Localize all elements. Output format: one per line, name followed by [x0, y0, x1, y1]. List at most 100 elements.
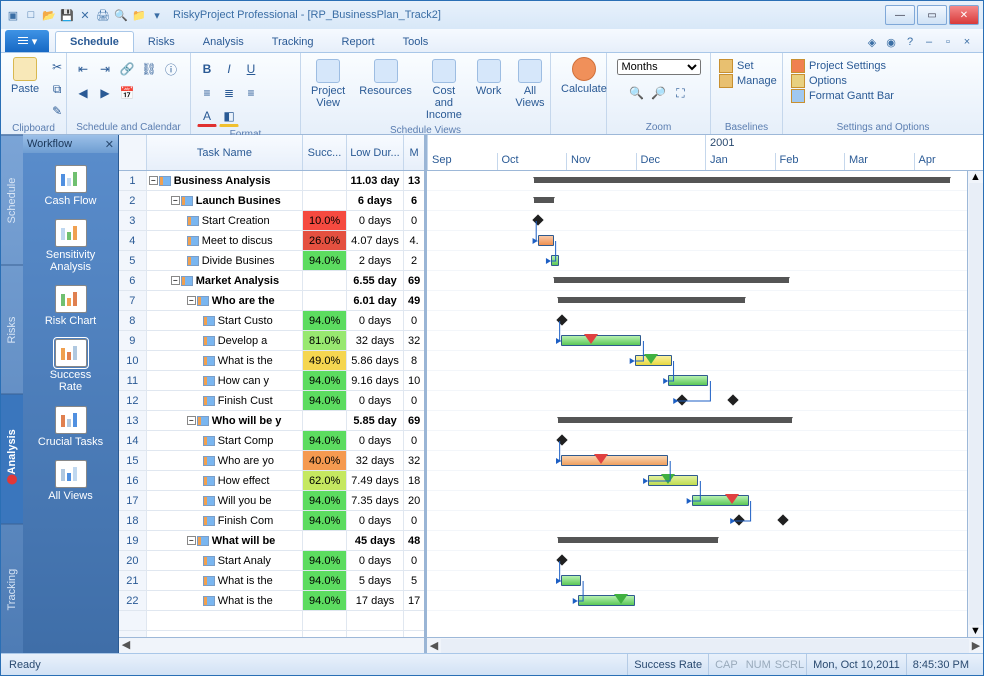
side-tab-schedule[interactable]: Schedule — [1, 135, 23, 265]
m-cell[interactable]: 5 — [404, 571, 424, 590]
table-row[interactable]: 16How effect62.0%7.49 days18 — [119, 471, 424, 491]
m-cell[interactable]: 2 — [404, 251, 424, 270]
table-row[interactable]: 8Start Custo94.0%0 days0 — [119, 311, 424, 331]
task-bar[interactable] — [551, 255, 559, 266]
table-row[interactable]: 12Finish Cust94.0%0 days0 — [119, 391, 424, 411]
zoom-in-icon[interactable]: 🔍 — [627, 83, 647, 103]
italic-button[interactable]: I — [219, 59, 239, 79]
duration-cell[interactable]: 7.49 days — [347, 471, 404, 490]
success-cell[interactable]: 94.0% — [303, 591, 346, 610]
task-name-cell[interactable]: Develop a — [147, 331, 304, 350]
success-cell[interactable] — [303, 271, 347, 290]
table-row[interactable]: 13−Who will be y5.85 day69 — [119, 411, 424, 431]
search-icon[interactable]: 🔍 — [113, 7, 129, 23]
duration-cell[interactable]: 0 days — [347, 391, 404, 410]
indent-icon[interactable]: ⇥ — [95, 59, 115, 79]
save-icon[interactable]: 💾 — [59, 7, 75, 23]
m-cell[interactable]: 0 — [404, 211, 424, 230]
row-number[interactable]: 13 — [119, 411, 147, 430]
workflow-item-success-rate[interactable]: Success Rate — [23, 333, 118, 399]
style-ribbon-icon[interactable]: ◉ — [883, 36, 899, 52]
duration-cell[interactable]: 32 days — [347, 451, 404, 470]
col-task-name[interactable]: Task Name — [147, 135, 303, 170]
task-name-cell[interactable]: How effect — [147, 471, 304, 490]
collapse-icon[interactable]: − — [171, 196, 180, 205]
table-row[interactable]: 4Meet to discus26.0%4.07 days4. — [119, 231, 424, 251]
task-name-cell[interactable]: Who are yo — [147, 451, 304, 470]
m-cell[interactable]: 0 — [404, 551, 424, 570]
success-cell[interactable]: 10.0% — [303, 211, 347, 230]
new-icon[interactable]: □ — [23, 7, 39, 23]
row-number[interactable]: 11 — [119, 371, 147, 390]
close-button[interactable]: ✕ — [949, 5, 979, 25]
unlink-tasks-icon[interactable]: ⛓ — [139, 59, 159, 79]
workflow-item-cash-flow[interactable]: Cash Flow — [23, 159, 118, 213]
duration-cell[interactable]: 0 days — [347, 211, 404, 230]
task-name-cell[interactable]: What is the — [147, 591, 304, 610]
project-view-button[interactable]: Project View — [307, 57, 349, 111]
m-cell[interactable]: 32 — [404, 331, 424, 350]
m-cell[interactable]: 69 — [404, 271, 424, 290]
success-cell[interactable]: 49.0% — [303, 351, 346, 370]
success-cell[interactable] — [303, 171, 347, 190]
milestone-diamond[interactable] — [533, 214, 544, 225]
duration-cell[interactable]: 32 days — [347, 331, 404, 350]
gantt-row[interactable] — [427, 271, 983, 291]
table-row[interactable]: 9Develop a81.0%32 days32 — [119, 331, 424, 351]
table-row[interactable]: 22What is the94.0%17 days17 — [119, 591, 424, 611]
project-settings-button[interactable]: Project Settings — [789, 59, 896, 73]
task-name-cell[interactable]: −Business Analysis — [147, 171, 303, 190]
milestone-diamond[interactable] — [556, 314, 567, 325]
mdi-restore-icon[interactable]: ▫ — [940, 36, 956, 52]
row-number[interactable]: 19 — [119, 531, 147, 550]
col-m[interactable]: M — [404, 135, 424, 170]
copy-icon[interactable]: ⧉ — [47, 79, 67, 99]
m-cell[interactable]: 18 — [404, 471, 424, 490]
success-cell[interactable]: 81.0% — [303, 331, 346, 350]
row-number[interactable]: 20 — [119, 551, 147, 570]
m-cell[interactable]: 69 — [404, 411, 424, 430]
row-number[interactable]: 2 — [119, 191, 147, 210]
gantt-vertical-scrollbar[interactable]: ▲▼ — [967, 171, 983, 637]
qat-dropdown-icon[interactable]: ▾ — [149, 7, 165, 23]
resources-button[interactable]: Resources — [355, 57, 416, 99]
table-row[interactable]: 20Start Analy94.0%0 days0 — [119, 551, 424, 571]
success-cell[interactable]: 26.0% — [303, 231, 347, 250]
row-number[interactable]: 1 — [119, 171, 147, 190]
align-center-icon[interactable]: ≣ — [219, 83, 239, 103]
m-cell[interactable]: 8 — [404, 351, 424, 370]
underline-button[interactable]: U — [241, 59, 261, 79]
duration-cell[interactable]: 5.86 days — [347, 351, 404, 370]
calculate-button[interactable]: Calculate — [557, 55, 611, 97]
move-right-icon[interactable]: ▶ — [95, 83, 115, 103]
table-row[interactable]: 21What is the94.0%5 days5 — [119, 571, 424, 591]
task-name-cell[interactable]: What is the — [147, 351, 304, 370]
task-bar[interactable] — [561, 335, 641, 346]
gantt-row[interactable] — [427, 191, 983, 211]
success-cell[interactable]: 94.0% — [303, 371, 346, 390]
workflow-item-all-views[interactable]: All Views — [23, 454, 118, 508]
row-number[interactable]: 12 — [119, 391, 147, 410]
milestone-diamond[interactable] — [677, 394, 688, 405]
cost-income-button[interactable]: Cost and Income — [422, 57, 466, 123]
m-cell[interactable]: 48 — [404, 531, 424, 550]
duration-cell[interactable]: 0 days — [347, 551, 404, 570]
row-number[interactable]: 5 — [119, 251, 147, 270]
milestone-diamond[interactable] — [556, 434, 567, 445]
m-cell[interactable]: 20 — [404, 491, 424, 510]
row-number[interactable]: 14 — [119, 431, 147, 450]
gantt-row[interactable] — [427, 371, 983, 391]
task-name-cell[interactable]: −Launch Busines — [147, 191, 304, 210]
side-tab-risks[interactable]: Risks — [1, 265, 23, 395]
cut-icon[interactable]: ✂ — [47, 57, 67, 77]
ribbon-tab-report[interactable]: Report — [328, 32, 389, 52]
help-icon[interactable]: ? — [902, 36, 918, 52]
m-cell[interactable]: 0 — [404, 511, 424, 530]
success-cell[interactable] — [303, 531, 347, 550]
font-color-icon[interactable]: A — [197, 107, 217, 127]
row-number[interactable]: 7 — [119, 291, 147, 310]
gantt-row[interactable] — [427, 211, 983, 231]
gantt-row[interactable] — [427, 391, 983, 411]
m-cell[interactable]: 0 — [404, 311, 424, 330]
workflow-item-sensitivity-analysis[interactable]: Sensitivity Analysis — [23, 213, 118, 279]
